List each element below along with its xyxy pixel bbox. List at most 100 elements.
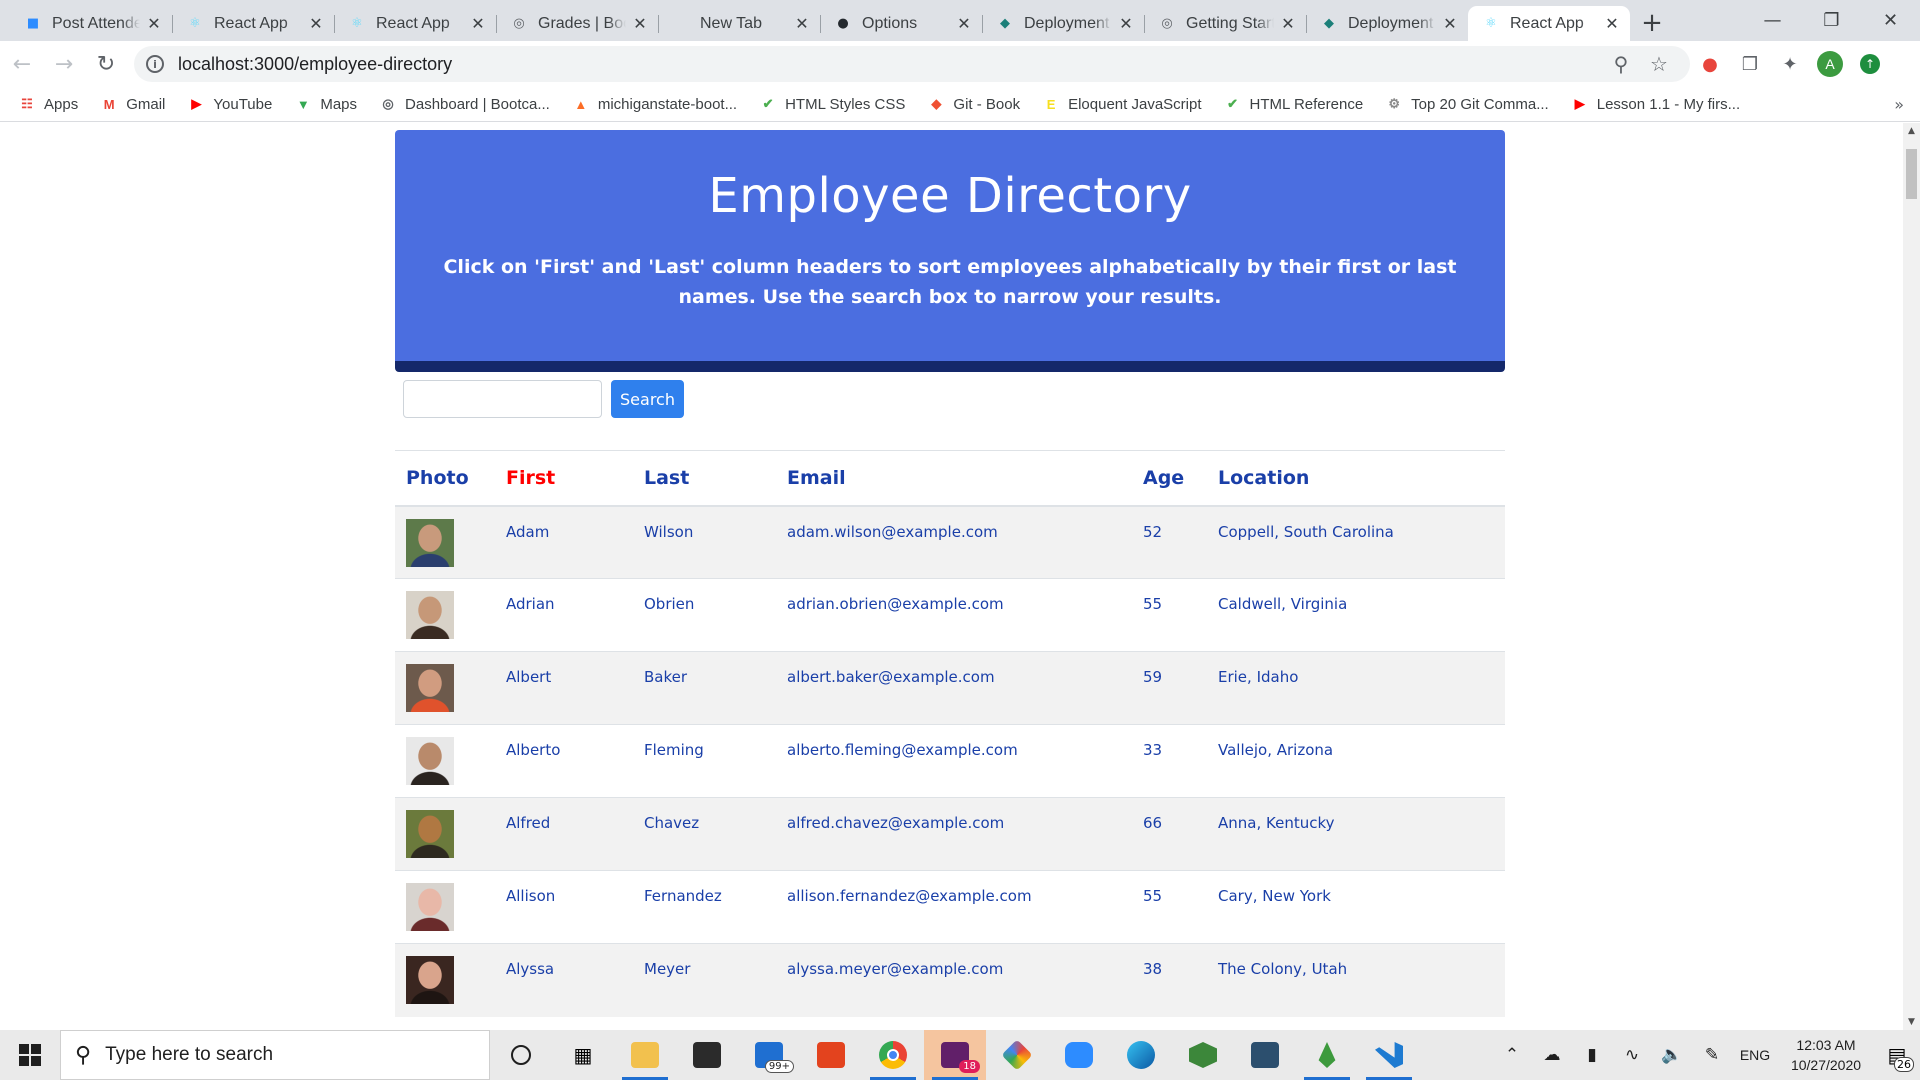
file-explorer-icon[interactable]	[614, 1030, 676, 1080]
bookmark-item[interactable]: ▲ michiganstate-boot...	[572, 95, 737, 113]
zoom-app-icon[interactable]	[1048, 1030, 1110, 1080]
tab-close-icon[interactable]: ✕	[146, 14, 162, 33]
browser-tab[interactable]: ● Options ✕	[820, 6, 982, 41]
photo-cell	[395, 724, 495, 798]
clock[interactable]: 12:03 AM 10/27/2020	[1778, 1035, 1874, 1075]
bookmark-item[interactable]: ▶ Lesson 1.1 - My firs...	[1571, 95, 1740, 113]
start-button[interactable]	[0, 1030, 60, 1080]
bookmarks-overflow-icon[interactable]: »	[1894, 95, 1904, 114]
bookmark-item[interactable]: ◎ Dashboard | Bootca...	[379, 95, 550, 113]
bookmark-item[interactable]: ▶ YouTube	[187, 95, 272, 113]
employee-photo	[406, 518, 454, 567]
cell-last: Chavez	[633, 797, 776, 871]
show-hidden-icons[interactable]: ⌃	[1492, 1045, 1532, 1065]
extensions-puzzle-icon[interactable]: ✦	[1770, 44, 1810, 84]
tab-close-icon[interactable]: ✕	[794, 14, 810, 33]
tab-close-icon[interactable]: ✕	[308, 14, 324, 33]
clock-date: 10/27/2020	[1790, 1057, 1862, 1073]
back-button[interactable]: ←	[2, 44, 42, 84]
site-info-icon[interactable]: i	[146, 55, 164, 73]
update-button[interactable]: ↑	[1850, 44, 1890, 84]
tab-close-icon[interactable]: ✕	[1604, 14, 1620, 33]
bookmark-item[interactable]: ▼ Maps	[294, 95, 357, 113]
browser-tab[interactable]: ⚛ React App ✕	[172, 6, 334, 41]
vscode-icon[interactable]	[1358, 1030, 1420, 1080]
bookmark-star-icon[interactable]: ☆	[1640, 52, 1678, 76]
tab-close-icon[interactable]: ✕	[1442, 14, 1458, 33]
language-indicator[interactable]: ENG	[1732, 1047, 1778, 1063]
extension-notifier-icon[interactable]: ●	[1690, 44, 1730, 84]
table-row: Alfred Chavez alfred.chavez@example.com 66 A…	[395, 797, 1505, 871]
column-header-first[interactable]: First	[495, 450, 633, 507]
cortana-icon[interactable]	[490, 1030, 552, 1080]
bookmark-item[interactable]: M Gmail	[100, 95, 166, 113]
zoom-icon[interactable]: ⚲	[1602, 52, 1640, 76]
microsoft-store-icon[interactable]	[676, 1030, 738, 1080]
bookmark-item[interactable]: ◆ Git - Book	[927, 95, 1020, 113]
tab-close-icon[interactable]: ✕	[956, 14, 972, 33]
browser-tab[interactable]: ■ Post Attendee ✕	[10, 6, 172, 41]
reload-button[interactable]: ↻	[86, 44, 126, 84]
nodejs-icon[interactable]	[1172, 1030, 1234, 1080]
search-icon: ⚲	[75, 1042, 92, 1068]
cell-age: 66	[1132, 797, 1207, 871]
new-tab-button[interactable]: +	[1634, 5, 1670, 41]
volume-icon[interactable]: 🔈	[1652, 1045, 1692, 1065]
search-form: Search	[395, 380, 1505, 418]
slack-icon[interactable]: 18	[924, 1030, 986, 1080]
wifi-icon[interactable]: ∿	[1612, 1045, 1652, 1065]
mysql-workbench-icon[interactable]	[1234, 1030, 1296, 1080]
scrollbar-thumb[interactable]	[1906, 149, 1917, 199]
office-icon[interactable]	[800, 1030, 862, 1080]
search-input[interactable]	[403, 380, 602, 418]
bookmark-item[interactable]: ✔ HTML Styles CSS	[759, 95, 906, 113]
page-scrollbar[interactable]: ▲ ▼	[1903, 123, 1920, 1030]
pen-icon[interactable]: ✎	[1692, 1045, 1732, 1065]
cell-age: 33	[1132, 724, 1207, 798]
scroll-down-icon[interactable]: ▼	[1903, 1014, 1920, 1030]
mail-icon[interactable]: 99+	[738, 1030, 800, 1080]
column-header-last[interactable]: Last	[633, 450, 776, 507]
tab-close-icon[interactable]: ✕	[632, 14, 648, 33]
taskbar-search-box[interactable]: ⚲ Type here to search	[60, 1030, 490, 1080]
update-arrow-icon: ↑	[1860, 54, 1880, 74]
tab-close-icon[interactable]: ✕	[1280, 14, 1296, 33]
browser-tab[interactable]: ◎ Grades | Bootcamp ✕	[496, 6, 658, 41]
restore-button[interactable]: ❐	[1802, 0, 1861, 40]
bookmark-item[interactable]: E Eloquent JavaScript	[1042, 95, 1202, 113]
address-bar[interactable]: i localhost:3000/employee-directory ⚲ ☆	[134, 46, 1690, 82]
edge-icon[interactable]	[1110, 1030, 1172, 1080]
url-text[interactable]: localhost:3000/employee-directory	[178, 54, 1602, 75]
scroll-up-icon[interactable]: ▲	[1903, 123, 1920, 139]
browser-tab[interactable]: ◎ Getting Started ✕	[1144, 6, 1306, 41]
bookmark-label: Dashboard | Bootca...	[405, 95, 550, 113]
browser-tab[interactable]: New Tab ✕	[658, 6, 820, 41]
tab-close-icon[interactable]: ✕	[1118, 14, 1134, 33]
chrome-icon[interactable]	[862, 1030, 924, 1080]
forward-button[interactable]: →	[44, 44, 84, 84]
globe-icon: ◎	[382, 96, 394, 111]
close-window-button[interactable]: ✕	[1861, 0, 1920, 40]
cell-email: alyssa.meyer@example.com	[776, 943, 1132, 1017]
search-button[interactable]: Search	[611, 380, 684, 418]
bookmark-item[interactable]: ✔ HTML Reference	[1224, 95, 1363, 113]
browser-tab[interactable]: ⚛ React App ✕	[334, 6, 496, 41]
action-center-icon[interactable]: ▤ 26	[1874, 1030, 1920, 1080]
minimize-button[interactable]: —	[1743, 0, 1802, 40]
browser-tab[interactable]: ◆ Deployment ✕	[982, 6, 1144, 41]
extension-clipboard-icon[interactable]: ❐	[1730, 44, 1770, 84]
browser-tab[interactable]: ⚛ React App ✕	[1468, 6, 1630, 41]
tab-title: React App	[376, 14, 450, 32]
battery-icon[interactable]: ▮	[1572, 1045, 1612, 1065]
bookmark-item[interactable]: ☷ Apps	[18, 95, 78, 113]
gitlab-icon: ▲	[574, 96, 588, 112]
robo3t-icon[interactable]	[1296, 1030, 1358, 1080]
browser-tab[interactable]: ◆ Deployment ✕	[1306, 6, 1468, 41]
task-view-icon[interactable]: ▦	[552, 1030, 614, 1080]
profile-button[interactable]: A	[1810, 44, 1850, 84]
onedrive-icon[interactable]: ☁	[1532, 1045, 1572, 1065]
tab-close-icon[interactable]: ✕	[470, 14, 486, 33]
bookmark-item[interactable]: ⚙ Top 20 Git Comma...	[1385, 95, 1548, 113]
zoom-icon: ■	[26, 16, 40, 31]
gitkraken-icon[interactable]	[986, 1030, 1048, 1080]
